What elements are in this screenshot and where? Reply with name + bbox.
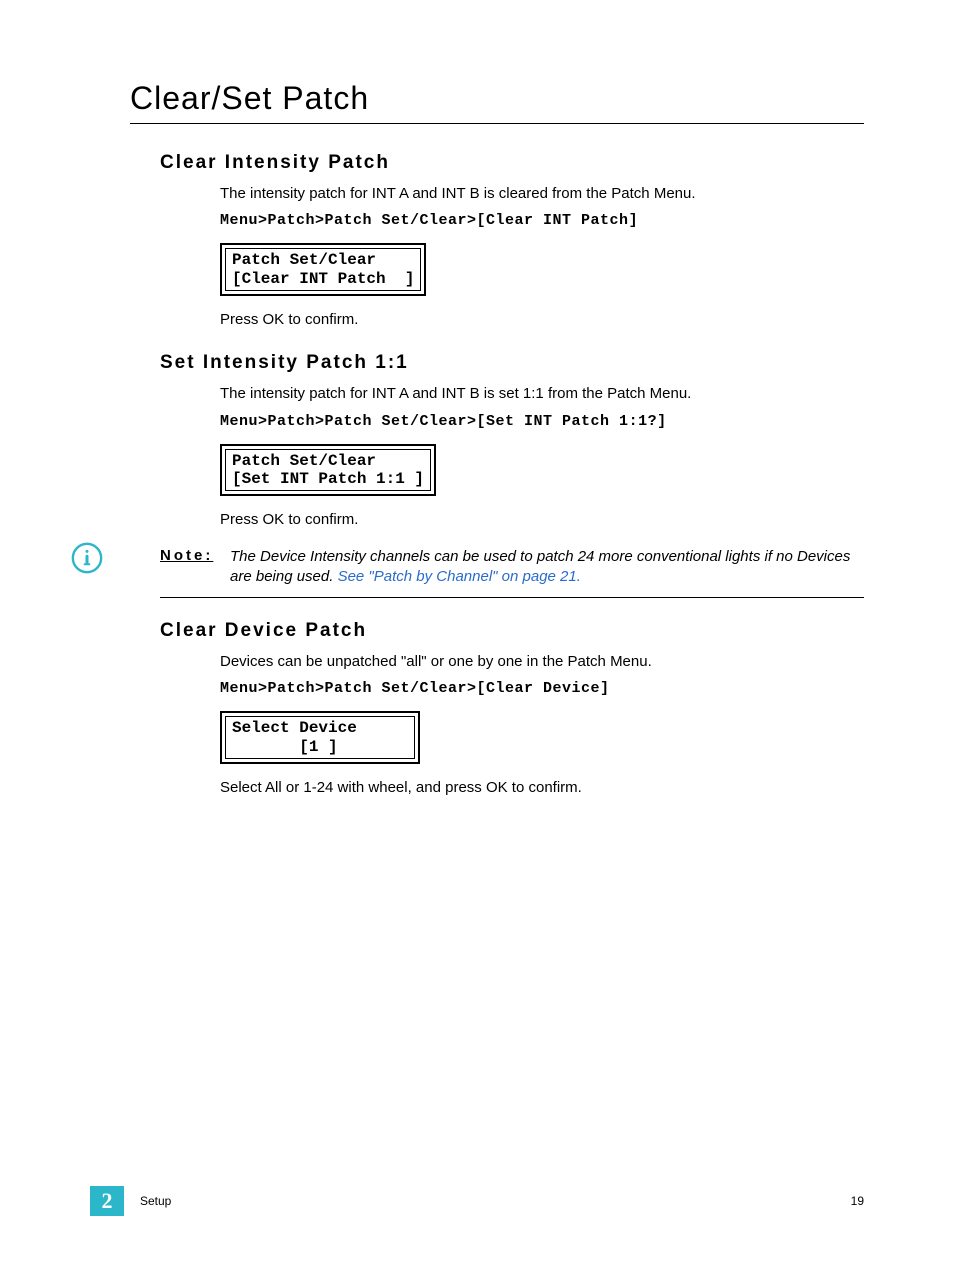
note-rule <box>160 597 864 598</box>
lcd-display: Select Device [1 ] <box>220 711 864 764</box>
body-text: The intensity patch for INT A and INT B … <box>220 384 864 404</box>
confirm-text: Press OK to confirm. <box>220 510 864 530</box>
lcd-line: [Clear INT Patch ] <box>232 270 414 288</box>
note-link[interactable]: See "Patch by Channel" on page 21. <box>338 568 581 585</box>
heading-set-intensity: Set Intensity Patch 1:1 <box>160 352 864 374</box>
confirm-text: Press OK to confirm. <box>220 310 864 330</box>
heading-clear-intensity: Clear Intensity Patch <box>160 152 864 174</box>
heading-clear-device: Clear Device Patch <box>160 620 864 642</box>
lcd-display: Patch Set/Clear [Clear INT Patch ] <box>220 243 864 296</box>
lcd-line: Patch Set/Clear <box>232 452 376 470</box>
info-icon <box>70 541 104 580</box>
note-label: Note: <box>160 547 216 588</box>
note-block: Note: The Device Intensity channels can … <box>160 547 864 599</box>
lcd-display: Patch Set/Clear [Set INT Patch 1:1 ] <box>220 444 864 497</box>
lcd-line: [Set INT Patch 1:1 ] <box>232 470 424 488</box>
note-text: The Device Intensity channels can be use… <box>230 547 864 588</box>
body-text: The intensity patch for INT A and INT B … <box>220 184 864 204</box>
body-text: Devices can be unpatched "all" or one by… <box>220 652 864 672</box>
menu-path: Menu>Patch>Patch Set/Clear>[Set INT Patc… <box>220 413 864 430</box>
menu-path: Menu>Patch>Patch Set/Clear>[Clear Device… <box>220 680 864 697</box>
menu-path: Menu>Patch>Patch Set/Clear>[Clear INT Pa… <box>220 212 864 229</box>
page-footer: 2 Setup 19 <box>0 1186 954 1216</box>
title-rule <box>130 123 864 124</box>
confirm-text: Select All or 1-24 with wheel, and press… <box>220 778 864 798</box>
lcd-line: Select Device <box>232 719 357 737</box>
chapter-number-badge: 2 <box>90 1186 124 1216</box>
page: Clear/Set Patch Clear Intensity Patch Th… <box>0 0 954 1272</box>
chapter-label: Setup <box>140 1194 171 1208</box>
page-title: Clear/Set Patch <box>130 80 864 117</box>
lcd-line: Patch Set/Clear <box>232 251 376 269</box>
lcd-line: [1 ] <box>232 738 338 756</box>
page-number: 19 <box>851 1194 864 1208</box>
